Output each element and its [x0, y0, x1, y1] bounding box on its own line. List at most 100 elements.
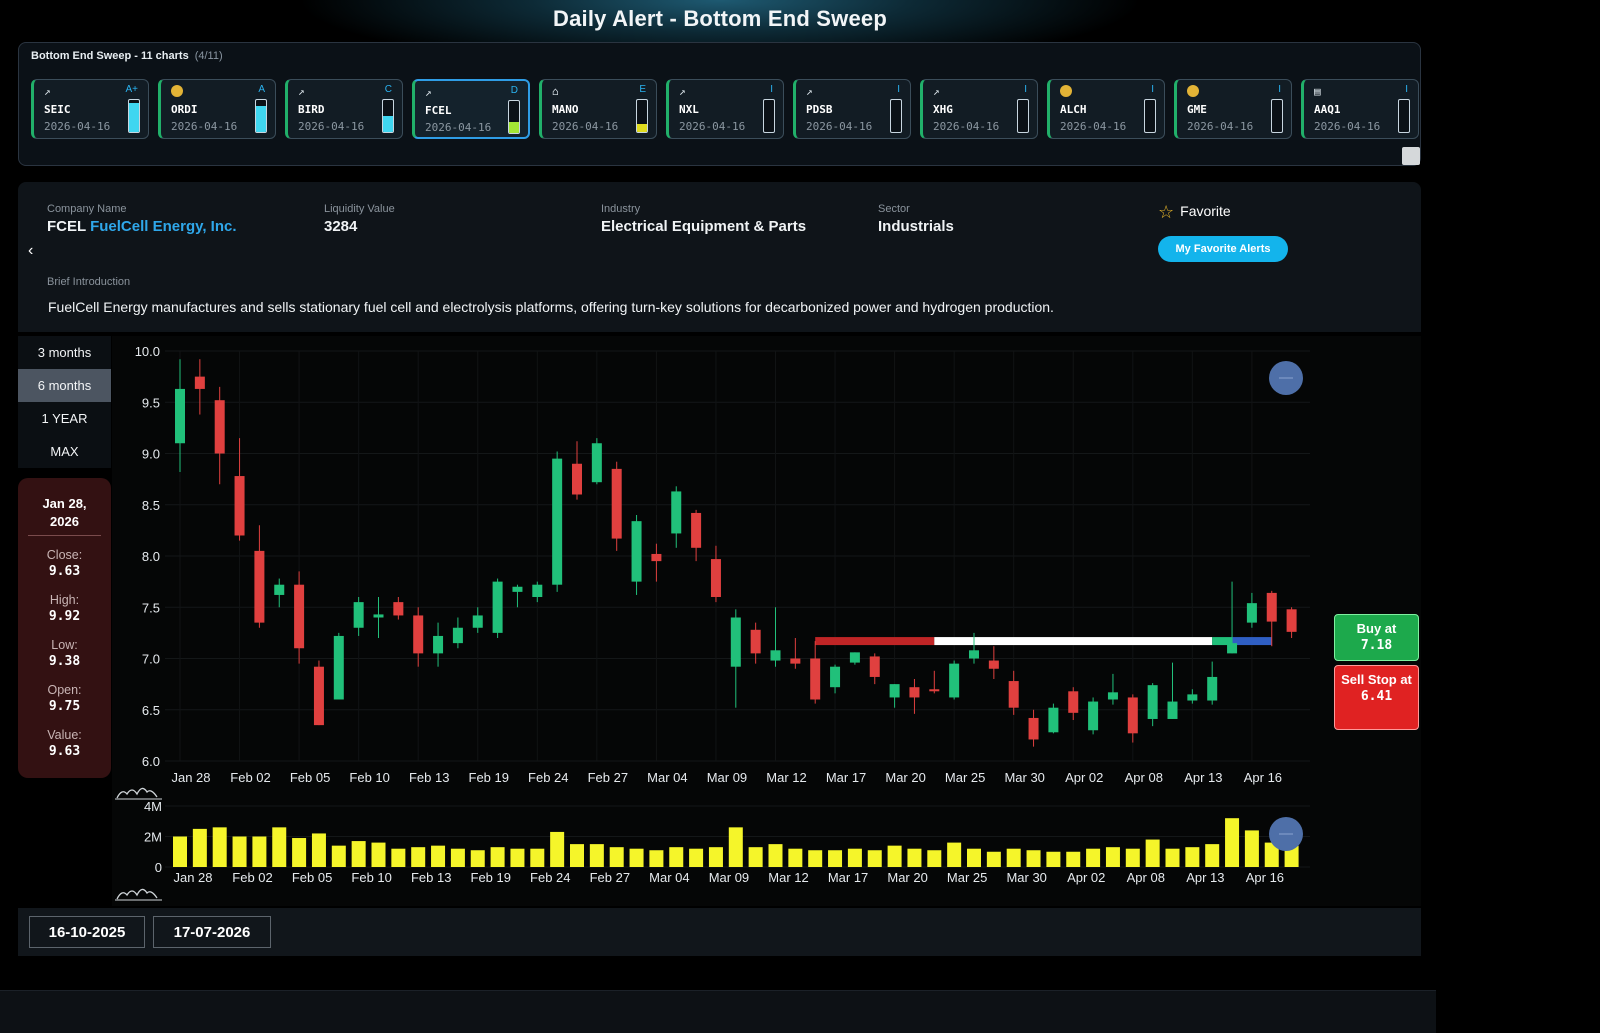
volume-x-tick-label: Feb 19	[471, 870, 511, 885]
volume-bar	[1105, 847, 1120, 867]
candle-body	[1008, 681, 1019, 708]
volume-bar	[748, 847, 763, 867]
price-x-tick-label: Mar 30	[1004, 770, 1044, 785]
signal-zone-red	[815, 637, 935, 646]
candle-body	[869, 656, 880, 677]
candle-body	[472, 615, 483, 628]
volume-bar	[192, 828, 207, 867]
volume-x-tick-label: Mar 20	[887, 870, 927, 885]
price-chart[interactable]: 10.0 9.5 9.0 8.5 8.0 7.5 7.0 6.5 6.0 Jan 28 Jan 28…	[0, 0, 1600, 1033]
candle-body	[452, 627, 463, 644]
volume-bar	[173, 836, 187, 867]
buy-signal-box[interactable]: Buy at 7.18	[1334, 614, 1419, 661]
volume-x-tick-label: Mar 30	[1006, 870, 1046, 885]
volume-bar	[1046, 851, 1061, 867]
candle-body	[254, 550, 265, 623]
volume-x-tick-label: Apr 02	[1067, 870, 1105, 885]
candle-body	[1088, 701, 1099, 731]
volume-bar	[967, 848, 981, 867]
price-x-tick-label: Feb 19	[469, 770, 509, 785]
volume-bar	[1026, 850, 1041, 867]
price-x-tick-label: Feb 05	[290, 770, 330, 785]
volume-bar	[391, 848, 406, 867]
candle-body	[512, 586, 523, 592]
candle-body	[949, 663, 960, 698]
volume-bar	[411, 847, 426, 867]
candle-body	[591, 443, 602, 483]
price-x-tick-label: Apr 02	[1065, 770, 1103, 785]
volume-bar	[847, 848, 862, 867]
volume-bar	[311, 833, 326, 867]
sell-stop-signal-box[interactable]: Sell Stop at 6.41	[1334, 665, 1419, 730]
volume-bar	[1125, 848, 1140, 867]
candle-body	[274, 584, 285, 595]
candle-body	[889, 684, 900, 698]
candle-body	[194, 376, 205, 389]
candle-body	[333, 635, 344, 700]
volume-bar	[351, 841, 366, 867]
candle-body	[988, 660, 999, 669]
price-x-tick-label: Apr 08	[1125, 770, 1163, 785]
candle-body	[175, 388, 185, 444]
volume-bar	[629, 848, 644, 867]
candle-body	[234, 476, 245, 536]
volume-x-tick-label: Feb 13	[411, 870, 451, 885]
volume-tick-label: 4M	[144, 799, 162, 814]
volume-bar	[232, 836, 247, 867]
candle-body	[1266, 592, 1277, 622]
candle-body	[849, 652, 860, 663]
volume-bar	[1066, 851, 1081, 867]
volume-x-tick-label: Jan 28	[173, 870, 212, 885]
volume-bar	[510, 848, 525, 867]
price-x-tick-label: Apr 13	[1184, 770, 1222, 785]
price-x-tick-label: Mar 25	[945, 770, 985, 785]
volume-bar	[550, 831, 565, 867]
candle-body	[294, 584, 305, 649]
price-x-tick-label: Mar 04	[647, 770, 687, 785]
price-tick-label: 6.5	[142, 703, 160, 718]
volume-bar	[252, 836, 267, 867]
volume-bar	[609, 847, 624, 867]
candle-body	[1246, 603, 1257, 623]
start-date-input[interactable]	[29, 916, 145, 948]
volume-bar	[689, 848, 704, 867]
candle-body	[1187, 694, 1198, 701]
volume-bar	[828, 850, 843, 867]
price-tick-label: 9.0	[142, 447, 160, 462]
price-x-tick-label: Feb 10	[349, 770, 389, 785]
candle-body	[1207, 676, 1218, 701]
volume-x-tick-label: Feb 10	[351, 870, 391, 885]
candle-body	[730, 617, 741, 667]
candle-body	[214, 400, 225, 454]
volume-bar	[867, 850, 882, 867]
volume-bar	[808, 850, 823, 867]
volume-bar	[490, 847, 505, 867]
price-tick-label: 7.0	[142, 652, 160, 667]
volume-bar	[450, 848, 465, 867]
buy-label: Buy at	[1356, 621, 1397, 636]
volume-x-tick-label: Apr 13	[1186, 870, 1224, 885]
volume-bar	[292, 838, 307, 867]
candle-body	[651, 553, 662, 562]
volume-bar	[788, 848, 803, 867]
volume-bar	[1086, 848, 1101, 867]
volume-x-tick-label: Apr 16	[1246, 870, 1284, 885]
price-x-tick-label: Mar 20	[885, 770, 925, 785]
candle-body	[572, 463, 582, 495]
candle-body	[671, 491, 682, 534]
candle-body	[552, 458, 563, 585]
volume-bar	[1165, 848, 1180, 867]
candle-body	[1107, 692, 1118, 700]
price-tick-label: 8.0	[142, 549, 160, 564]
price-tick-label: 8.5	[142, 498, 160, 513]
candle-body	[909, 687, 920, 698]
volume-bar	[371, 842, 386, 867]
candle-body	[1028, 717, 1039, 740]
price-tick-label: 6.0	[142, 754, 160, 769]
end-date-input[interactable]	[153, 916, 271, 948]
volume-bar	[589, 844, 604, 867]
volume-x-tick-label: Mar 12	[768, 870, 808, 885]
signal-zone-blue	[1232, 637, 1272, 646]
price-x-tick-label: Jan 28	[171, 770, 210, 785]
candle-body	[313, 666, 324, 726]
